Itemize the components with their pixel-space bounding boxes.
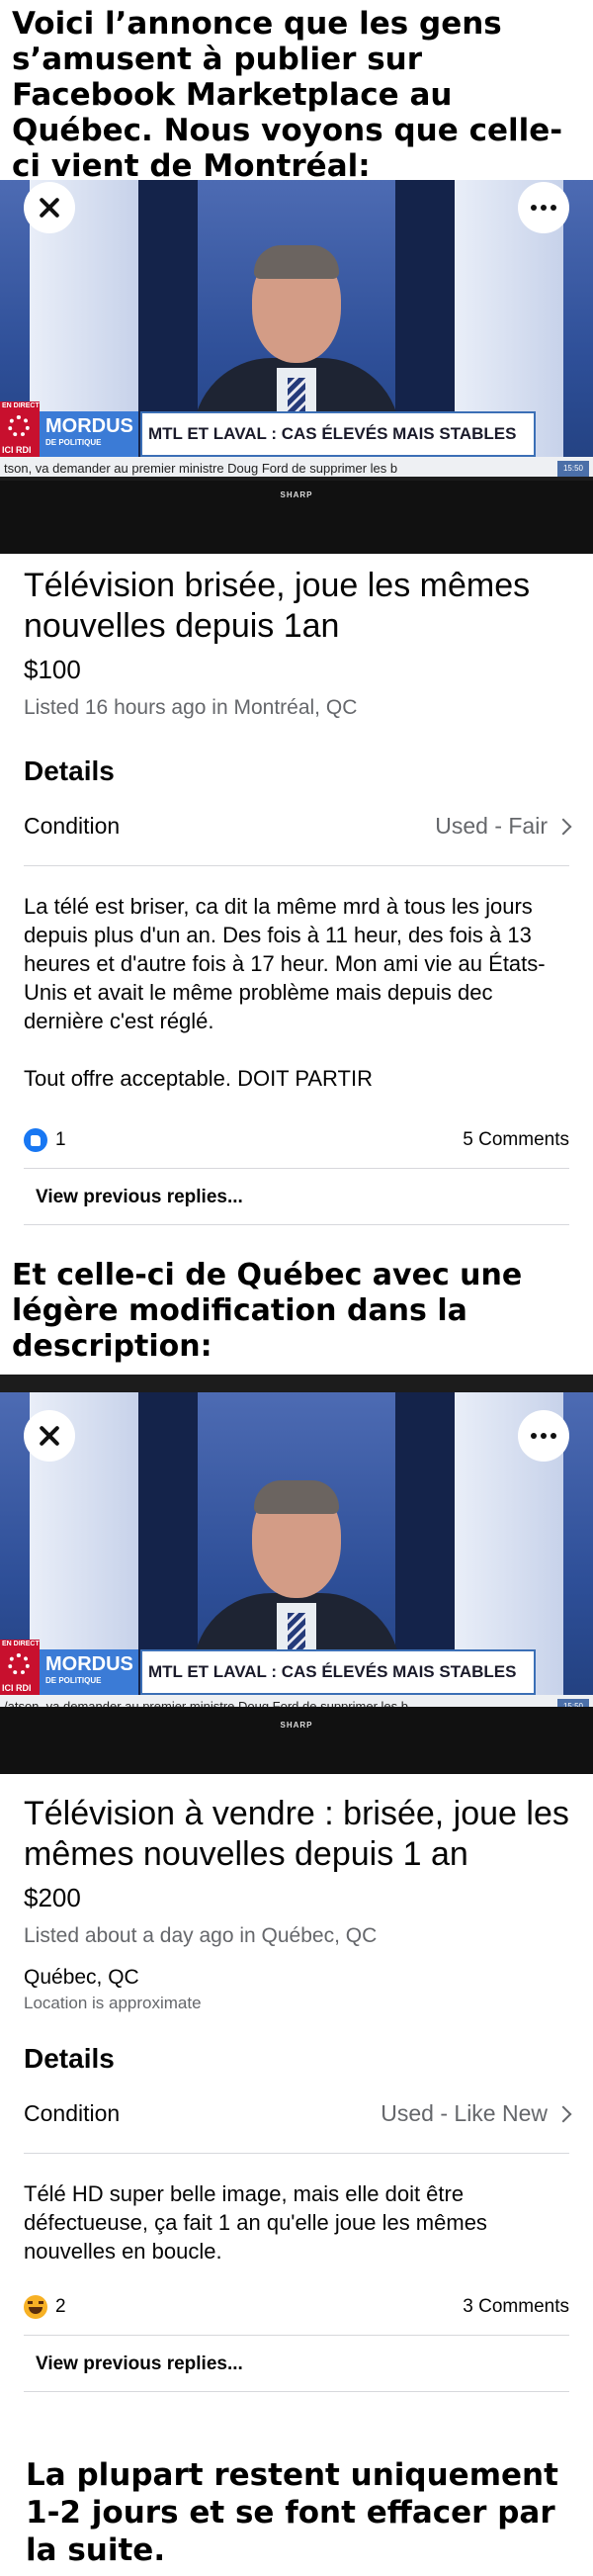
description-paragraph: Tout offre acceptable. DOIT PARTIR xyxy=(24,1066,373,1091)
tv-brand: SHARP xyxy=(280,1721,313,1730)
close-icon xyxy=(39,197,60,219)
ticker-text: tson, va demander au premier ministre Do… xyxy=(4,461,398,476)
description-paragraph: La télé est briser, ca dit la même mrd à… xyxy=(24,894,546,1033)
caption-intro: Voici l’annonce que les gens s’amusent à… xyxy=(12,6,563,184)
ici-rdi-logo: ICI RDI xyxy=(0,411,40,457)
condition-label: Condition xyxy=(24,813,121,839)
divider xyxy=(24,2391,569,2392)
location-name[interactable]: Québec, QC xyxy=(24,1966,569,1990)
reactions[interactable]: 1 xyxy=(24,1128,66,1152)
details-heading: Details xyxy=(24,2043,115,2074)
condition-value: Used - Fair xyxy=(435,813,548,839)
show-subtitle: DE POLITIQUE xyxy=(45,438,102,447)
news-ticker: tson, va demander au premier ministre Do… xyxy=(0,457,593,477)
close-icon xyxy=(39,1425,60,1447)
condition-row[interactable]: Condition Used - Fair xyxy=(24,813,572,840)
chevron-right-icon xyxy=(554,2105,572,2122)
like-reaction-icon xyxy=(24,1128,47,1152)
listing-meta[interactable]: Listed 16 hours ago in Montréal, QC xyxy=(24,696,569,720)
show-name: MORDUS xyxy=(45,1653,133,1675)
reactions-row: 2 3 Comments xyxy=(24,2295,569,2319)
reactions[interactable]: 2 xyxy=(24,2295,66,2319)
divider xyxy=(24,2153,569,2154)
comments-count[interactable]: 3 Comments xyxy=(463,2296,569,2318)
show-subtitle: DE POLITIQUE xyxy=(45,1676,102,1685)
listing-description: La télé est briser, ca dit la même mrd à… xyxy=(24,892,569,1093)
divider xyxy=(24,1224,569,1225)
chevron-right-icon xyxy=(554,818,572,835)
ticker-text: /atson, va demander au premier ministre … xyxy=(4,1699,408,1707)
view-previous-replies-link[interactable]: View previous replies... xyxy=(24,2354,569,2375)
details-heading: Details xyxy=(24,755,115,786)
listing-price: $100 xyxy=(24,655,81,684)
view-previous-replies-link[interactable]: View previous replies... xyxy=(24,1187,569,1208)
condition-value-wrap: Used - Fair xyxy=(435,813,572,840)
location-note: Location is approximate xyxy=(24,1994,202,2012)
listing-photo-quebec[interactable]: EN DIRECT ICI RDI MORDUS DE POLITIQUE MT… xyxy=(0,1375,593,1774)
more-options-icon xyxy=(531,1433,556,1439)
more-options-icon xyxy=(531,205,556,211)
tv-clock: 15:50 xyxy=(557,1699,589,1707)
rci-label: ICI RDI xyxy=(2,445,32,455)
divider xyxy=(24,2335,569,2336)
condition-value-wrap: Used - Like New xyxy=(381,2100,572,2127)
ici-rdi-logo: ICI RDI xyxy=(0,1649,40,1695)
description-paragraph: Télé HD super belle image, mais elle doi… xyxy=(24,2181,487,2264)
caption-second: Et celle-ci de Québec avec une légère mo… xyxy=(12,1258,523,1364)
news-lower-third: EN DIRECT ICI RDI MORDUS DE POLITIQUE MT… xyxy=(0,1640,593,1695)
close-button[interactable] xyxy=(24,182,75,233)
rci-label: ICI RDI xyxy=(2,1683,32,1693)
reaction-count: 2 xyxy=(55,2296,66,2317)
tv-bezel: SHARP xyxy=(0,1707,593,1774)
more-options-button[interactable] xyxy=(518,1410,569,1462)
live-tag: EN DIRECT xyxy=(0,401,40,411)
listing-photo-montreal[interactable]: EN DIRECT ICI RDI MORDUS DE POLITIQUE MT… xyxy=(0,180,593,554)
listing-title: Télévision à vendre : brisée, joue les m… xyxy=(24,1795,569,1873)
comments-count[interactable]: 5 Comments xyxy=(463,1129,569,1151)
haha-reaction-icon xyxy=(24,2295,47,2319)
tv-clock: 15:50 xyxy=(557,461,589,477)
divider xyxy=(24,865,569,866)
show-name: MORDUS xyxy=(45,415,133,437)
more-options-button[interactable] xyxy=(518,182,569,233)
tv-bezel: SHARP xyxy=(0,481,593,554)
tv-brand: SHARP xyxy=(280,490,313,499)
condition-row[interactable]: Condition Used - Like New xyxy=(24,2100,572,2127)
divider xyxy=(24,1168,569,1169)
news-ticker: /atson, va demander au premier ministre … xyxy=(0,1695,593,1707)
listing-quebec: Télévision à vendre : brisée, joue les m… xyxy=(24,1794,572,2392)
news-headline: MTL ET LAVAL : CAS ÉLEVÉS MAIS STABLES xyxy=(140,411,536,457)
listing-description: Télé HD super belle image, mais elle doi… xyxy=(24,2179,569,2265)
reaction-count: 1 xyxy=(55,1129,66,1150)
condition-value: Used - Like New xyxy=(381,2100,548,2126)
listing-montreal: Télévision brisée, joue les mêmes nouvel… xyxy=(24,566,572,1225)
news-headline: MTL ET LAVAL : CAS ÉLEVÉS MAIS STABLES xyxy=(140,1649,536,1695)
listing-meta[interactable]: Listed about a day ago in Québec, QC xyxy=(24,1924,569,1948)
caption-outro: La plupart restent uniquement 1-2 jours … xyxy=(26,2457,558,2568)
close-button[interactable] xyxy=(24,1410,75,1462)
show-logo: MORDUS DE POLITIQUE xyxy=(40,1649,138,1695)
show-logo: MORDUS DE POLITIQUE xyxy=(40,411,138,457)
listing-price: $200 xyxy=(24,1883,81,1912)
listing-title: Télévision brisée, joue les mêmes nouvel… xyxy=(24,567,531,645)
tv-screen: EN DIRECT ICI RDI MORDUS DE POLITIQUE MT… xyxy=(0,1392,593,1707)
condition-label: Condition xyxy=(24,2100,121,2126)
live-tag: EN DIRECT xyxy=(0,1640,40,1649)
reactions-row: 1 5 Comments xyxy=(24,1128,569,1152)
tv-screen: EN DIRECT ICI RDI MORDUS DE POLITIQUE MT… xyxy=(0,180,593,477)
news-lower-third: EN DIRECT ICI RDI MORDUS DE POLITIQUE MT… xyxy=(0,401,593,457)
